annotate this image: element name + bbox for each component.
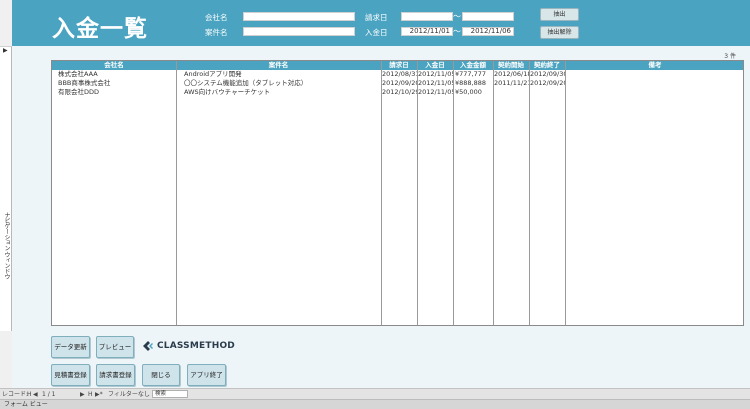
column-header-payment-date: 入金日 bbox=[425, 61, 445, 69]
column-divider bbox=[453, 61, 454, 325]
list-header: 会社名 案件名 請求日 入金日 入金金額 契約開始 契約終了 備考 bbox=[52, 61, 743, 70]
cell-invoice-date[interactable]: 2012/09/20 bbox=[382, 79, 417, 88]
navigation-pane[interactable]: ▶ ナビゲーション ウィンドウ bbox=[0, 46, 12, 331]
column-divider bbox=[381, 61, 382, 325]
cell-project[interactable]: Androidアプリ開発 bbox=[184, 70, 379, 79]
cell-company[interactable]: 有限会社DDD bbox=[58, 88, 174, 97]
expand-arrow-icon[interactable]: ▶ bbox=[3, 47, 8, 54]
record-position[interactable]: 1 / 1 bbox=[42, 390, 55, 399]
payment-range-tilde: ～ bbox=[453, 27, 461, 36]
cell-project[interactable]: AWS向けバウチャーチケット bbox=[184, 88, 379, 97]
new-record-icon[interactable]: ▶* bbox=[95, 390, 103, 399]
project-input[interactable] bbox=[243, 27, 355, 36]
cell-company[interactable]: BBB商事株式会社 bbox=[58, 79, 174, 88]
column-header-amount: 入金金額 bbox=[460, 61, 486, 69]
column-divider bbox=[176, 61, 177, 325]
column-header-note: 備考 bbox=[648, 61, 662, 69]
payment-date-from-input[interactable]: 2012/11/01 bbox=[401, 27, 453, 36]
cell-payment-date[interactable]: 2012/11/05 bbox=[418, 79, 453, 88]
close-button[interactable]: 閉じる bbox=[142, 364, 180, 386]
status-bar: フォーム ビュー bbox=[0, 399, 750, 409]
cell-contract-end[interactable]: 2012/09/30 bbox=[530, 70, 565, 79]
column-header-invoice-date: 請求日 bbox=[389, 61, 409, 69]
cell-invoice-date[interactable]: 2012/10/29 bbox=[382, 88, 417, 97]
cell-contract-start[interactable]: 2011/11/21 bbox=[494, 79, 529, 88]
invoice-range-tilde: ～ bbox=[453, 12, 461, 21]
payment-list: 会社名 案件名 請求日 入金日 入金金額 契約開始 契約終了 備考 株式会社AA… bbox=[51, 60, 744, 326]
column-divider bbox=[493, 61, 494, 325]
invoice-date-from-input[interactable] bbox=[401, 12, 453, 21]
page-title: 入金一覧 bbox=[52, 16, 148, 42]
navigation-pane-label: ナビゲーション ウィンドウ bbox=[3, 212, 10, 280]
cell-invoice-date[interactable]: 2012/08/31 bbox=[382, 70, 417, 79]
invoice-date-label: 請求日 bbox=[365, 13, 388, 22]
payment-date-to-input[interactable]: 2012/11/06 bbox=[462, 27, 514, 36]
header-bar: 入金一覧 会社名 案件名 請求日 ～ 入金日 2012/11/01 ～ 2012… bbox=[12, 0, 750, 46]
exit-app-button[interactable]: アプリ終了 bbox=[187, 364, 226, 386]
column-header-project: 案件名 bbox=[268, 61, 289, 69]
column-header-contract-end: 契約終了 bbox=[534, 61, 560, 69]
cell-payment-date[interactable]: 2012/11/05 bbox=[418, 70, 453, 79]
preview-button[interactable]: プレビュー bbox=[96, 336, 134, 358]
extract-button[interactable]: 抽出 bbox=[540, 8, 579, 21]
cell-project[interactable]: 〇〇システム機能追加（タブレット対応） bbox=[184, 79, 379, 88]
refresh-data-button[interactable]: データ更新 bbox=[51, 336, 90, 358]
cell-amount[interactable]: ¥777,777 bbox=[455, 70, 493, 79]
payment-date-label: 入金日 bbox=[365, 28, 388, 37]
classmethod-logo-icon bbox=[143, 341, 153, 351]
cell-payment-date[interactable]: 2012/11/05 bbox=[418, 88, 453, 97]
invoice-register-button[interactable]: 請求書登録 bbox=[96, 364, 135, 386]
classmethod-logo-text: CLASSMETHOD bbox=[157, 341, 235, 351]
column-divider bbox=[529, 61, 530, 325]
record-search-input[interactable]: 検索 bbox=[152, 390, 188, 398]
status-text: フォーム ビュー bbox=[4, 401, 48, 408]
column-header-contract-start: 契約開始 bbox=[498, 61, 524, 69]
project-label: 案件名 bbox=[205, 28, 228, 37]
cell-contract-end[interactable]: 2012/09/20 bbox=[530, 79, 565, 88]
filter-status[interactable]: フィルターなし bbox=[108, 390, 150, 399]
company-input[interactable] bbox=[243, 12, 355, 21]
company-label: 会社名 bbox=[205, 13, 228, 22]
cell-amount[interactable]: ¥50,000 bbox=[455, 88, 493, 97]
estimate-register-button[interactable]: 見積書登録 bbox=[51, 364, 90, 386]
record-label: レコード: bbox=[2, 391, 29, 398]
last-record-icon[interactable]: H bbox=[88, 390, 93, 399]
record-navigation-bar: レコード: H ◀ 1 / 1 ▶ H ▶* フィルターなし 検索 bbox=[0, 388, 750, 399]
clear-extract-button[interactable]: 抽出解除 bbox=[540, 26, 579, 39]
column-header-company: 会社名 bbox=[104, 61, 124, 69]
column-divider bbox=[565, 61, 566, 325]
column-divider bbox=[417, 61, 418, 325]
invoice-date-to-input[interactable] bbox=[462, 12, 514, 21]
first-record-icon[interactable]: H bbox=[27, 390, 32, 399]
prev-record-icon[interactable]: ◀ bbox=[33, 390, 38, 399]
cell-amount[interactable]: ¥888,888 bbox=[455, 79, 493, 88]
record-count: 3 件 bbox=[724, 53, 736, 60]
cell-contract-start[interactable]: 2012/06/18 bbox=[494, 70, 529, 79]
classmethod-logo: CLASSMETHOD bbox=[142, 339, 235, 353]
cell-company[interactable]: 株式会社AAA bbox=[58, 70, 174, 79]
main-form: 3 件 会社名 案件名 請求日 入金日 入金金額 契約開始 契約終了 備考 株式… bbox=[12, 46, 750, 388]
next-record-icon[interactable]: ▶ bbox=[80, 390, 85, 399]
